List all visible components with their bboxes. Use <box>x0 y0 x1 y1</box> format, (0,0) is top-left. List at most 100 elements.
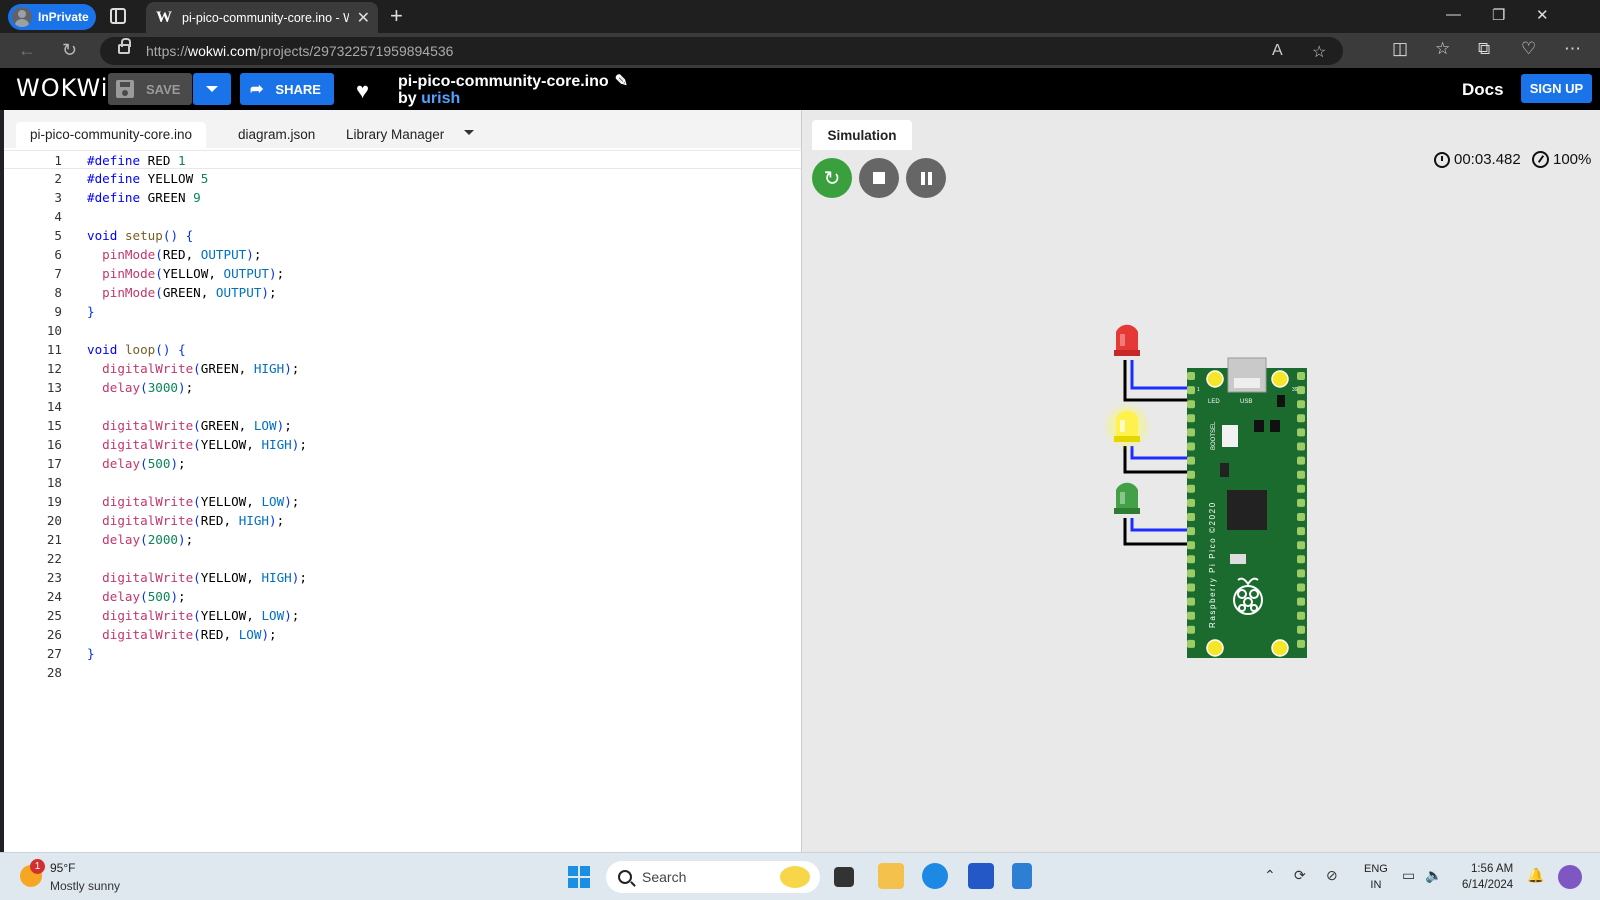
board-pin[interactable] <box>1187 470 1195 479</box>
board-pin[interactable] <box>1187 428 1195 437</box>
board-pin[interactable] <box>1187 513 1195 521</box>
share-button[interactable]: ➦ SHARE <box>240 73 334 105</box>
project-title[interactable]: pi-pico-community-core.ino ✎ <box>398 71 628 91</box>
code-line[interactable]: 21 delay(2000); <box>4 530 801 549</box>
sync-icon[interactable]: ⟳ <box>1294 867 1306 884</box>
address-bar[interactable]: https://wokwi.com/projects/2973225719598… <box>100 37 1343 65</box>
code-line[interactable]: 2 #define YELLOW 5 <box>4 169 801 188</box>
board-pin[interactable] <box>1297 386 1305 395</box>
code-line[interactable]: 23 digitalWrite(YELLOW, HIGH); <box>4 568 801 587</box>
code-line[interactable]: 10 <box>4 321 801 340</box>
network-off-icon[interactable]: ⊘ <box>1326 867 1338 884</box>
code-line[interactable]: 24 delay(500); <box>4 587 801 606</box>
favorite-star-icon[interactable]: ☆ <box>1312 42 1326 62</box>
board-pin[interactable] <box>1187 583 1195 592</box>
refresh-icon[interactable]: ↻ <box>62 40 77 61</box>
start-button[interactable] <box>568 866 590 888</box>
board-pin[interactable] <box>1187 541 1195 550</box>
favorites-icon[interactable]: ☆ <box>1435 39 1450 59</box>
show-hidden-icons-icon[interactable]: ⌃ <box>1264 867 1276 884</box>
board-pin[interactable] <box>1297 442 1305 451</box>
code-line[interactable]: 12 digitalWrite(GREEN, HIGH); <box>4 359 801 378</box>
tab-sketch[interactable]: pi-pico-community-core.ino <box>16 122 207 148</box>
board-pin[interactable] <box>1297 470 1305 479</box>
window-close-icon[interactable]: ✕ <box>1536 6 1549 24</box>
code-line[interactable]: 7 pinMode(YELLOW, OUTPUT); <box>4 264 801 283</box>
docs-link[interactable]: Docs <box>1462 80 1504 100</box>
board-pin[interactable] <box>1187 386 1195 395</box>
board-pin[interactable] <box>1187 625 1195 634</box>
code-line[interactable]: 18 <box>4 473 801 492</box>
code-line[interactable]: 20 digitalWrite(RED, HIGH); <box>4 511 801 530</box>
like-heart-icon[interactable]: ♥ <box>356 78 369 104</box>
raspberry-pi-pico-board[interactable]: LED USB 1 39 BOOTSEL Raspberry Pi Pico ©… <box>1187 357 1307 658</box>
copilot-icon[interactable] <box>1558 865 1582 889</box>
inprivate-badge[interactable]: InPrivate <box>8 4 96 30</box>
close-tab-icon[interactable]: ✕ <box>357 8 370 28</box>
board-pin[interactable] <box>1187 611 1195 620</box>
board-pin[interactable] <box>1297 428 1305 437</box>
board-pin[interactable] <box>1297 498 1305 507</box>
file-explorer-icon[interactable] <box>878 863 904 889</box>
code-line[interactable]: 1 #define RED 1 <box>4 150 801 169</box>
save-dropdown-button[interactable] <box>193 73 231 105</box>
led-green[interactable] <box>1114 482 1140 514</box>
split-screen-icon[interactable]: ◫ <box>1392 39 1408 59</box>
board-pin[interactable] <box>1187 597 1195 606</box>
browser-tab[interactable]: W pi-pico-community-core.ino - W ✕ <box>146 2 378 33</box>
code-line[interactable]: 15 digitalWrite(GREEN, LOW); <box>4 416 801 435</box>
code-line[interactable]: 19 digitalWrite(YELLOW, LOW); <box>4 492 801 511</box>
code-line[interactable]: 26 digitalWrite(RED, LOW); <box>4 625 801 644</box>
volume-icon[interactable]: 🔈 <box>1425 867 1442 884</box>
code-line[interactable]: 9} <box>4 302 801 321</box>
collections-icon[interactable]: ⧉ <box>1478 39 1490 59</box>
code-line[interactable]: 28 <box>4 663 801 682</box>
code-line[interactable]: 17 delay(500); <box>4 454 801 473</box>
signup-button[interactable]: SIGN UP <box>1521 74 1592 103</box>
led-yellow[interactable] <box>1103 402 1151 450</box>
notepad-icon[interactable] <box>1012 863 1032 889</box>
board-pin[interactable] <box>1297 400 1305 409</box>
code-area[interactable]: 1 #define RED 1 2 #define YELLOW 5 3 #define … <box>4 150 801 682</box>
board-pin[interactable] <box>1297 625 1305 634</box>
board-pin[interactable] <box>1187 639 1195 648</box>
board-pin[interactable] <box>1297 414 1305 423</box>
code-line[interactable]: 22 <box>4 549 801 568</box>
board-pin[interactable] <box>1187 569 1195 578</box>
clock[interactable]: 1:56 AM 6/14/2024 <box>1462 861 1513 893</box>
code-line[interactable]: 25 digitalWrite(YELLOW, LOW); <box>4 606 801 625</box>
board-pin[interactable] <box>1297 639 1305 648</box>
new-tab-icon[interactable]: + <box>390 3 403 29</box>
board-pin[interactable] <box>1297 597 1305 606</box>
board-pin[interactable] <box>1297 456 1305 465</box>
notifications-bell-icon[interactable]: 🔔 <box>1527 867 1544 884</box>
more-menu-icon[interactable]: ⋯ <box>1564 39 1581 59</box>
board-pin[interactable] <box>1297 541 1305 550</box>
minimize-icon[interactable]: — <box>1446 6 1461 23</box>
tab-actions-icon[interactable] <box>110 8 126 24</box>
taskbar-search[interactable]: Search <box>606 861 820 893</box>
led-red[interactable] <box>1114 324 1140 356</box>
code-line[interactable]: 27} <box>4 644 801 663</box>
board-pin[interactable] <box>1187 400 1195 409</box>
task-view-icon[interactable] <box>834 867 854 887</box>
board-pin[interactable] <box>1187 414 1195 423</box>
board-pin[interactable] <box>1297 583 1305 592</box>
board-pin[interactable] <box>1297 569 1305 578</box>
board-pin[interactable] <box>1187 372 1195 380</box>
code-line[interactable]: 8 pinMode(GREEN, OUTPUT); <box>4 283 801 302</box>
tab-library-manager[interactable]: Library Manager <box>332 122 458 148</box>
board-pin[interactable] <box>1297 611 1305 620</box>
code-line[interactable]: 14 <box>4 397 801 416</box>
code-line[interactable]: 16 digitalWrite(YELLOW, HIGH); <box>4 435 801 454</box>
board-pin[interactable] <box>1187 442 1195 451</box>
wokwi-logo[interactable]: WOKWi <box>16 74 108 102</box>
code-line[interactable]: 6 pinMode(RED, OUTPUT); <box>4 245 801 264</box>
board-pin[interactable] <box>1187 527 1195 536</box>
board-pin[interactable] <box>1297 513 1305 521</box>
board-pin[interactable] <box>1297 527 1305 536</box>
board-pin[interactable] <box>1187 555 1195 564</box>
restore-icon[interactable]: ❐ <box>1492 6 1505 24</box>
back-icon[interactable]: ← <box>18 40 36 61</box>
weather-widget[interactable]: 1 95°F Mostly sunny <box>20 859 120 893</box>
